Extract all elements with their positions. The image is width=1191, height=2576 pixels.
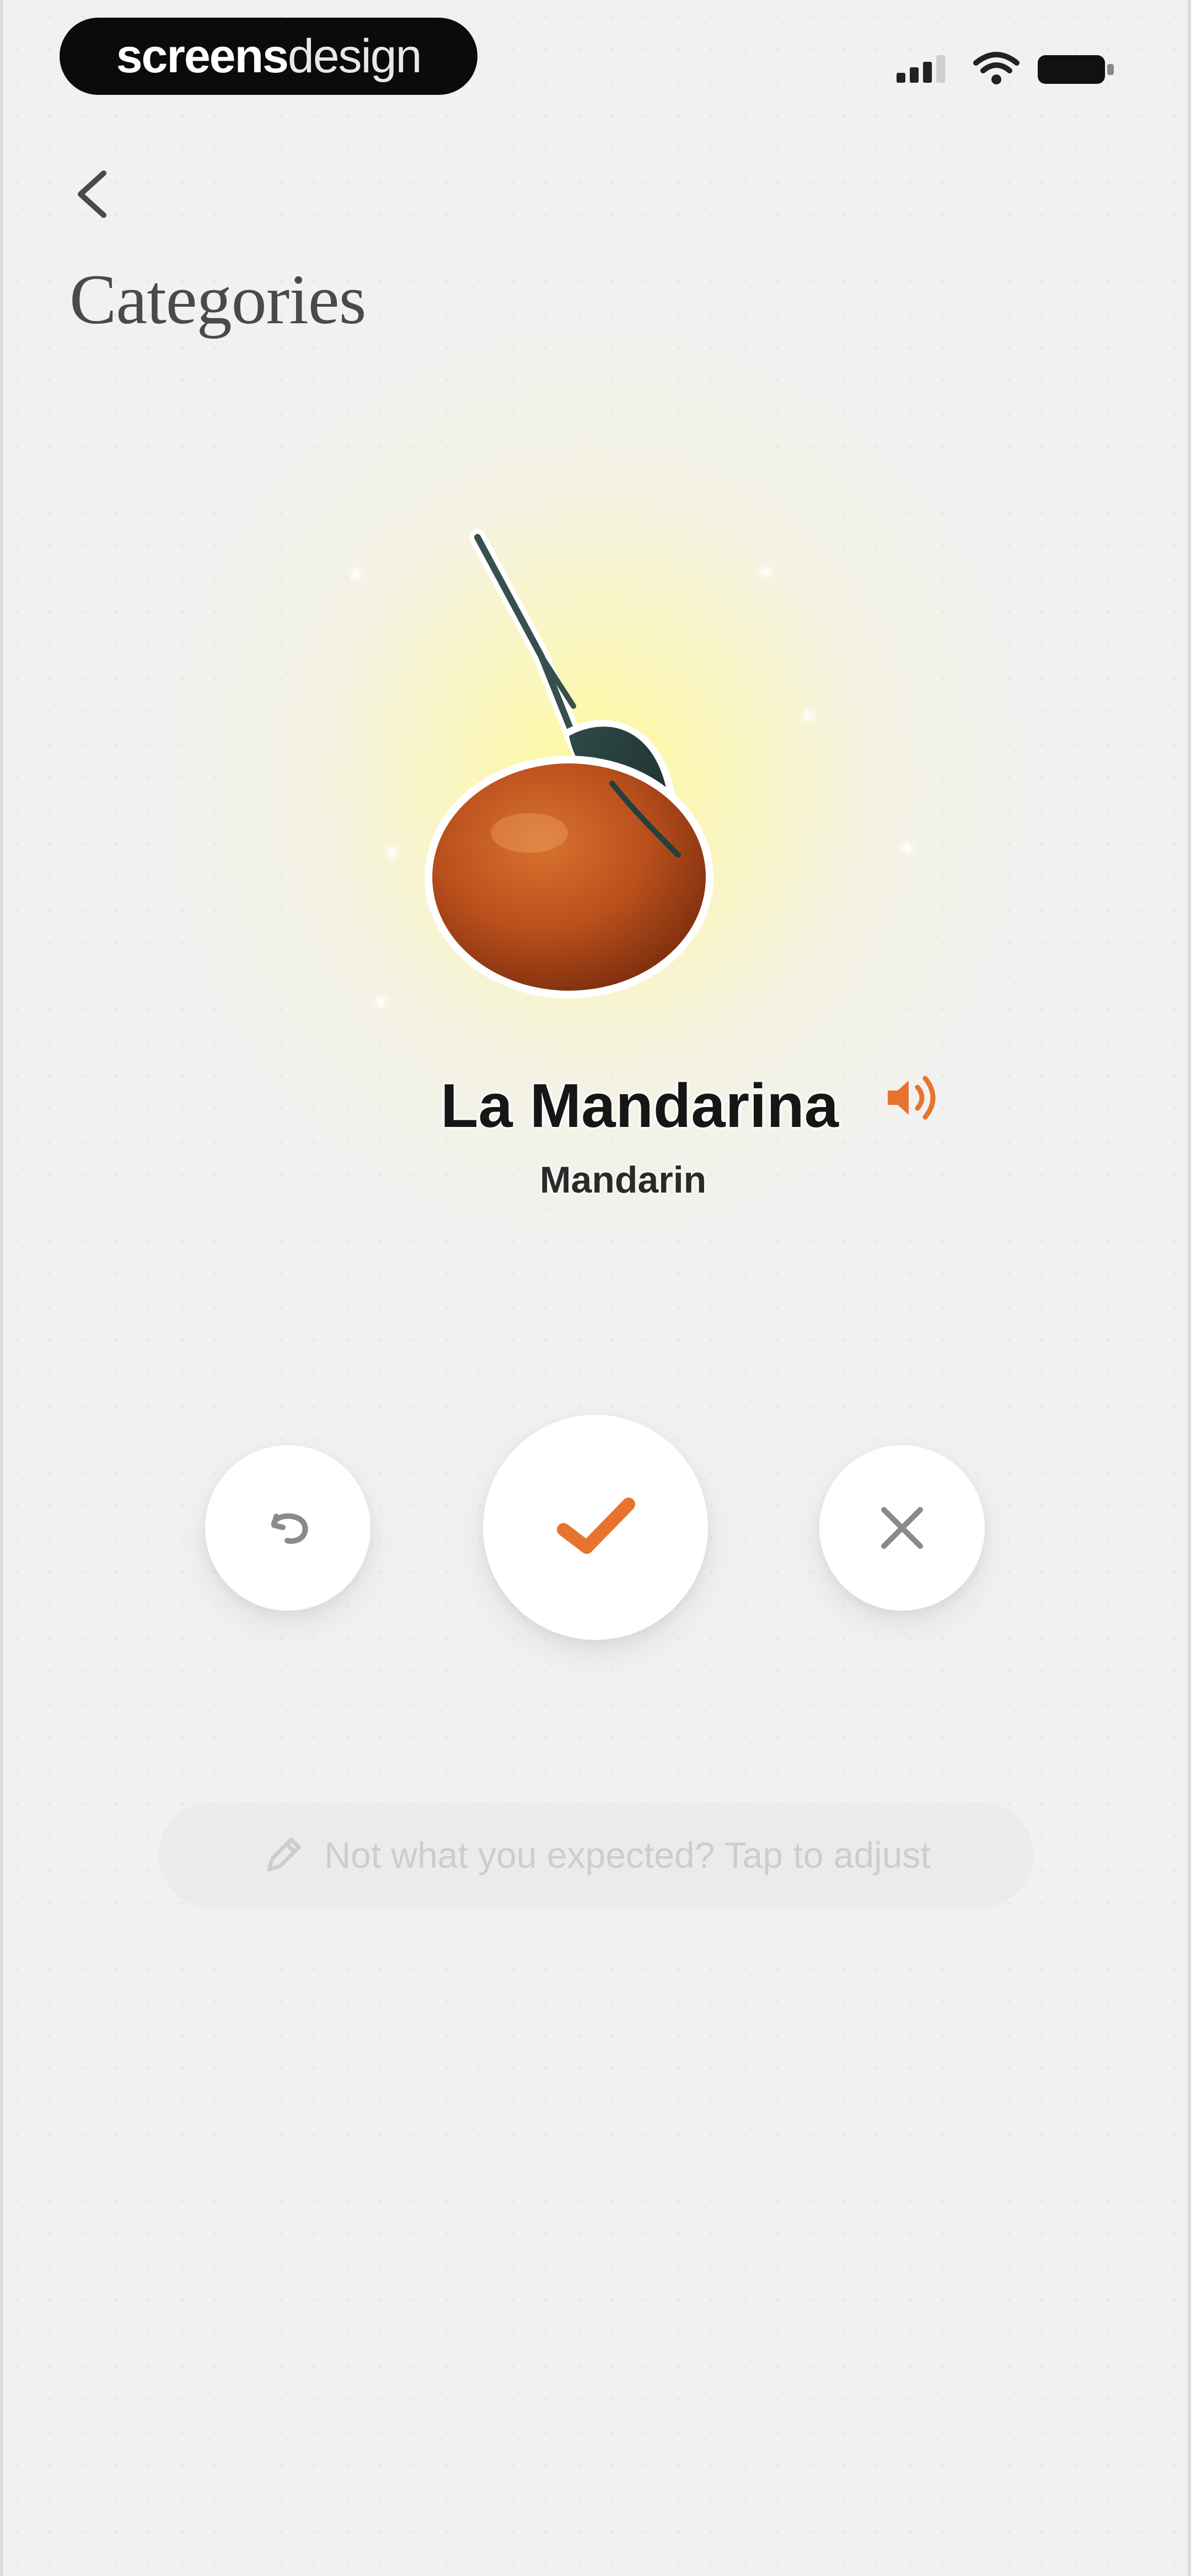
audio-button[interactable] xyxy=(877,1062,948,1134)
word-title: La Mandarina xyxy=(441,1071,839,1140)
speaker-icon xyxy=(888,1076,936,1120)
sparkle xyxy=(800,706,818,725)
wifi-icon xyxy=(973,52,1020,84)
frame-edge-right xyxy=(1188,0,1191,2576)
mandarin-image xyxy=(425,529,713,998)
back-button[interactable] xyxy=(61,154,127,232)
brand-bold-text: screens xyxy=(116,29,289,83)
confirm-button[interactable] xyxy=(483,1415,708,1640)
retry-button[interactable] xyxy=(205,1445,371,1611)
redo-icon xyxy=(271,1513,308,1544)
check-icon xyxy=(557,1498,635,1554)
close-icon xyxy=(881,1507,923,1549)
adjust-button[interactable]: Not what you expected? Tap to adjust xyxy=(159,1803,1033,1907)
brand-watermark: screens design xyxy=(60,18,478,95)
signal-icon xyxy=(897,55,945,83)
sparkle xyxy=(372,993,390,1012)
dismiss-button[interactable] xyxy=(819,1445,985,1611)
adjust-label: Not what you expected? Tap to adjust xyxy=(324,1835,931,1875)
page-title: Categories xyxy=(69,260,366,339)
battery-icon xyxy=(1038,55,1114,84)
status-icons xyxy=(897,52,1114,84)
brand-light-text: design xyxy=(287,29,422,83)
word-translation: Mandarin xyxy=(539,1159,707,1201)
pencil-icon xyxy=(267,1837,301,1872)
chevron-left-icon xyxy=(78,170,106,218)
frame-edge-left xyxy=(0,0,3,2576)
sparkle xyxy=(346,565,365,584)
sparkle xyxy=(898,838,916,857)
sparkle xyxy=(383,843,401,862)
